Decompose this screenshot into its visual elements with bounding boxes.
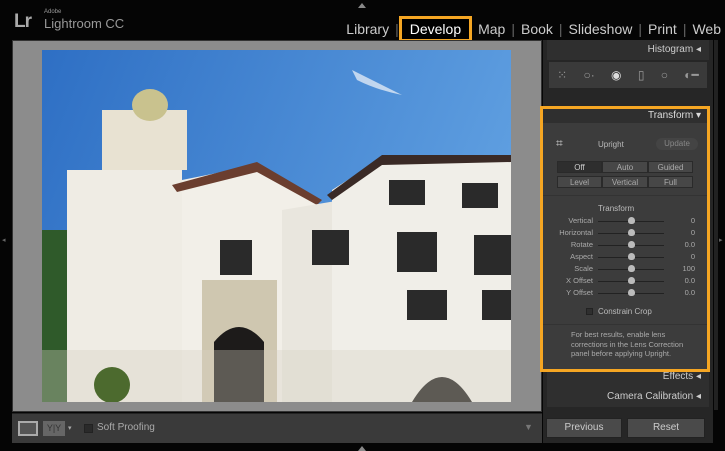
transform-header[interactable]: Transform ▾ (543, 109, 707, 123)
graduated-filter-icon[interactable]: ▯ (638, 68, 645, 82)
slider-y-offset[interactable]: Y Offset 0.0 (543, 287, 707, 299)
spot-removal-icon[interactable]: ◉ (611, 68, 621, 82)
module-print[interactable]: Print (642, 21, 683, 37)
upright-label: Upright (598, 140, 624, 149)
before-after-button[interactable]: Y|Y (43, 421, 65, 436)
divider (543, 195, 707, 196)
grid-overlay-icon[interactable]: ⁙ (557, 68, 567, 82)
effects-title: Effects (662, 371, 694, 382)
logo-vendor: Adobe (44, 9, 62, 15)
crop-icon[interactable]: ○· (584, 68, 595, 82)
right-panel-toggle[interactable]: ▸ (719, 236, 723, 244)
slider-rotate[interactable]: Rotate 0.0 (543, 239, 707, 251)
panel-scrollbar[interactable] (714, 40, 718, 410)
histogram-panel-header[interactable]: Histogram ◂ (547, 40, 709, 60)
module-book[interactable]: Book (515, 21, 559, 37)
slider-scale[interactable]: Scale 100 (543, 263, 707, 275)
constrain-crop-label: Constrain Crop (598, 307, 652, 316)
transform-section-label: Transform (598, 204, 635, 213)
photo-preview[interactable] (42, 50, 511, 402)
filmstrip-toggle[interactable] (358, 446, 366, 451)
before-after-dropdown-icon[interactable]: ▾ (68, 424, 72, 432)
guided-upright-tool-icon[interactable]: ⌗ (556, 136, 563, 151)
radial-filter-icon[interactable]: ○ (661, 68, 668, 82)
toolbar: Y|Y ▾ Soft Proofing ▼ (12, 413, 542, 443)
reset-button[interactable]: Reset (627, 418, 705, 438)
app-name: Lightroom CC (44, 16, 125, 31)
previous-button[interactable]: Previous (546, 418, 622, 438)
toolbar-content-dropdown-icon[interactable]: ▼ (524, 422, 533, 432)
lightroom-logo: Lr (14, 11, 32, 32)
slider-vertical[interactable]: Vertical 0 (543, 215, 707, 227)
upright-level-button[interactable]: Level (557, 176, 602, 188)
slider-aspect[interactable]: Aspect 0 (543, 251, 707, 263)
transform-title: Transform (647, 110, 694, 121)
module-library[interactable]: Library (340, 21, 395, 37)
module-picker: Library | Develop Map | Book | Slideshow | P… (340, 16, 721, 42)
slider-x-offset[interactable]: X Offset 0.0 (543, 275, 707, 287)
slider-horizontal[interactable]: Horizontal 0 (543, 227, 707, 239)
upright-help-note: For best results, enable lens correction… (571, 330, 684, 358)
camera-calibration-title: Camera Calibration (607, 391, 694, 402)
constrain-crop-checkbox[interactable] (586, 308, 593, 315)
camera-calibration-panel-header[interactable]: Camera Calibration ◂ (547, 387, 709, 407)
left-panel-toggle[interactable]: ◂ (2, 236, 6, 244)
tool-strip: ⁙ ○· ◉ ▯ ○ ◐━ (549, 62, 707, 88)
soft-proofing-checkbox[interactable] (84, 424, 93, 433)
upright-vertical-button[interactable]: Vertical (602, 176, 648, 188)
module-develop[interactable]: Develop (398, 16, 473, 42)
upright-full-button[interactable]: Full (648, 176, 693, 188)
upright-auto-button[interactable]: Auto (602, 161, 648, 173)
soft-proofing-label: Soft Proofing (97, 422, 155, 433)
histogram-title: Histogram (647, 44, 694, 55)
divider (543, 324, 707, 325)
upright-guided-button[interactable]: Guided (648, 161, 693, 173)
module-map[interactable]: Map (472, 21, 511, 37)
upright-off-button[interactable]: Off (557, 161, 602, 173)
module-web[interactable]: Web (686, 21, 721, 37)
adjustment-brush-icon[interactable]: ◐━ (684, 68, 698, 82)
update-button[interactable]: Update (656, 138, 698, 150)
loupe-view-button[interactable] (18, 421, 38, 436)
top-panel-toggle[interactable] (358, 3, 366, 8)
transform-panel: Transform ▾ ⌗ Upright Update Off Auto Gu… (540, 106, 710, 372)
module-slideshow[interactable]: Slideshow (563, 21, 639, 37)
